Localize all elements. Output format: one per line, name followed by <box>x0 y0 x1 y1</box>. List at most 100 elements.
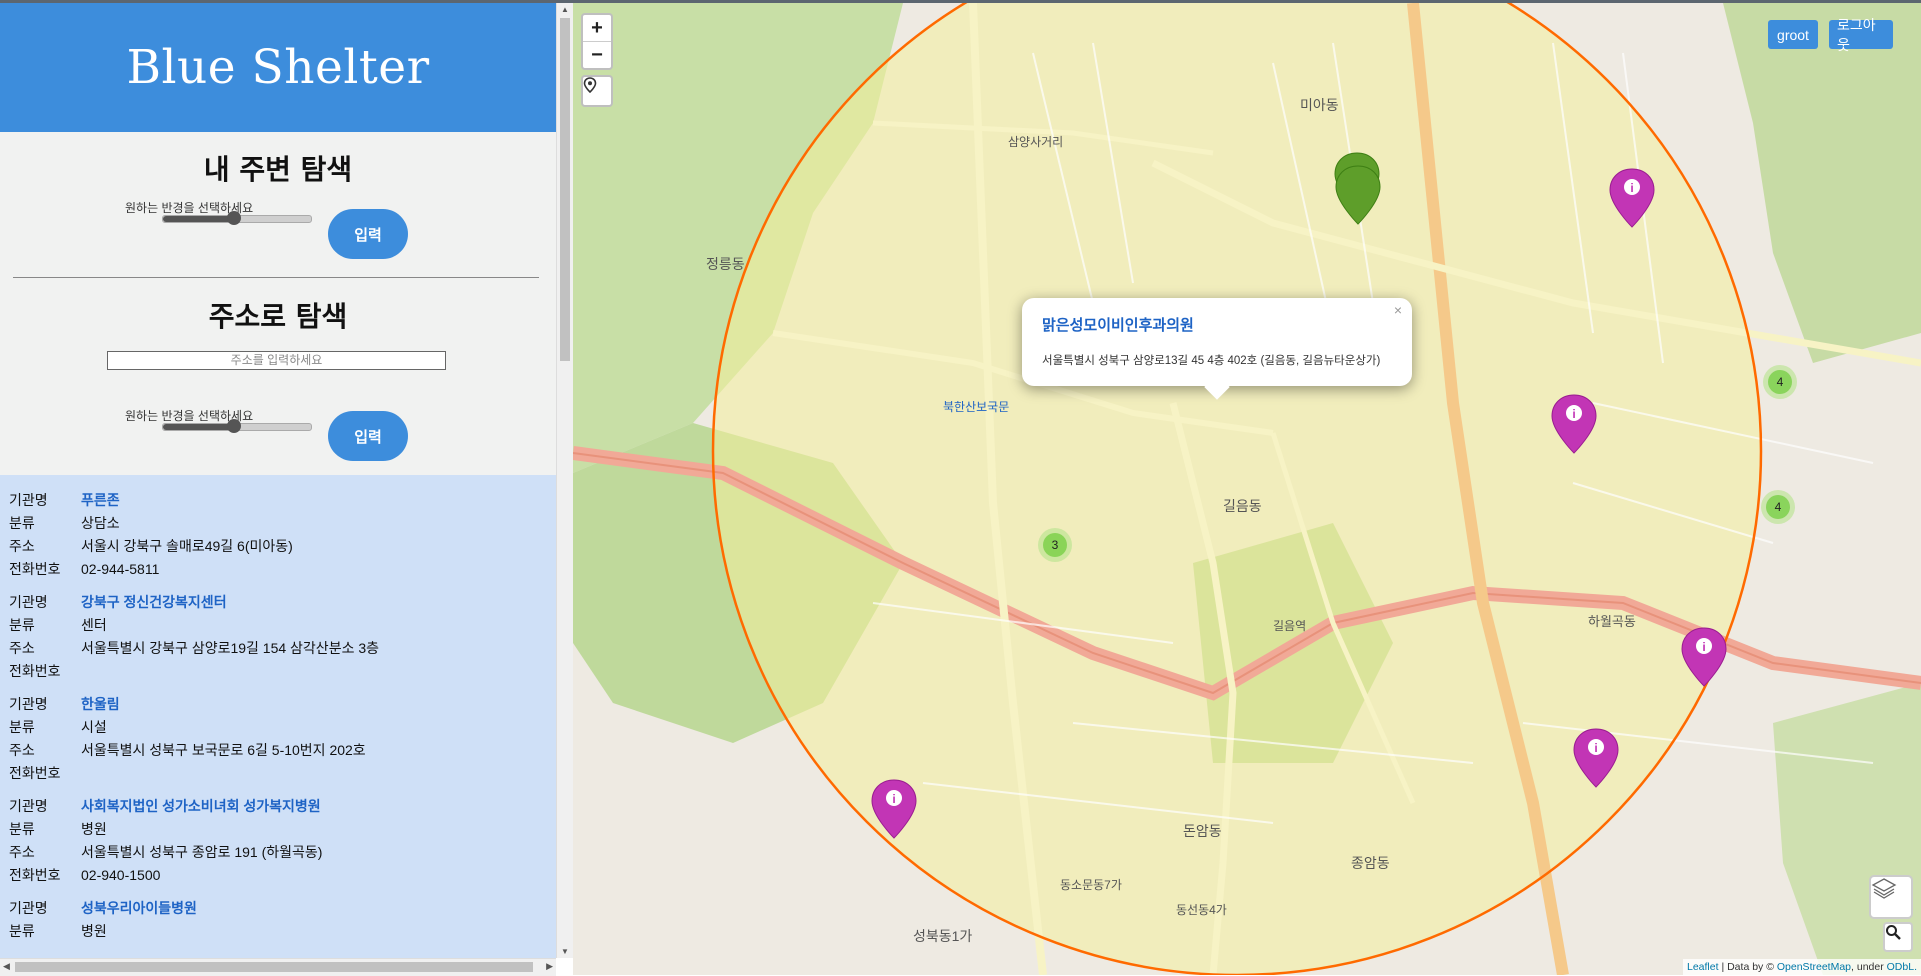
scrollbar-thumb[interactable] <box>15 962 533 972</box>
label-name: 기관명 <box>9 593 48 610</box>
label-category: 분류 <box>9 922 35 939</box>
marker-cluster[interactable]: 4 <box>1763 365 1797 399</box>
locate-button[interactable] <box>581 75 613 107</box>
popup-close-button[interactable]: × <box>1394 302 1402 318</box>
sidebar-vertical-scrollbar[interactable]: ▲ ▼ <box>556 3 574 958</box>
leaflet-link[interactable]: Leaflet <box>1687 961 1719 973</box>
osm-link[interactable]: OpenStreetMap <box>1777 961 1851 973</box>
label-category: 분류 <box>9 616 35 633</box>
result-address: 서울시 강북구 솔매로49길 6(미아동) <box>81 537 293 554</box>
odbl-link[interactable]: ODbL. <box>1887 961 1917 973</box>
label-phone: 전화번호 <box>9 662 61 679</box>
attribution-text: | Data by © <box>1721 961 1774 973</box>
map-label: 북한산보국문 <box>943 400 1010 414</box>
map-label: 길음동 <box>1223 498 1262 514</box>
label-category: 분류 <box>9 718 35 735</box>
label-address: 주소 <box>9 537 35 554</box>
label-phone: 전화번호 <box>9 764 61 781</box>
marker-cluster[interactable]: 3 <box>1038 528 1072 562</box>
label-category: 분류 <box>9 820 35 837</box>
result-item[interactable]: 기관명 강북구 정신건강복지센터 분류 센터 주소 서울특별시 강북구 삼양로19길 … <box>0 590 556 682</box>
map-label: 성북동1가 <box>913 928 973 944</box>
map-label: 길음역 <box>1273 619 1307 633</box>
scrollbar-thumb[interactable] <box>560 18 570 361</box>
location-pin-icon <box>583 77 597 93</box>
label-name: 기관명 <box>9 491 48 508</box>
result-name[interactable]: 성북우리아이들병원 <box>81 898 197 918</box>
result-category: 병원 <box>81 820 107 837</box>
svg-text:i: i <box>1702 640 1705 654</box>
address-search-heading: 주소로 탐색 <box>208 300 348 333</box>
app-header: Blue Shelter <box>0 3 556 132</box>
slider-fill <box>163 424 234 430</box>
zoom-out-button[interactable]: − <box>583 42 611 68</box>
address-submit-button[interactable]: 입력 <box>328 411 408 461</box>
zoom-control: + − <box>581 13 613 70</box>
svg-text:i: i <box>892 792 895 806</box>
map-search-button[interactable] <box>1883 922 1913 952</box>
scroll-up-arrow-icon[interactable]: ▲ <box>561 5 569 14</box>
section-divider <box>13 277 539 278</box>
result-category: 상담소 <box>81 514 120 531</box>
map-popup[interactable]: 맑은성모이비인후과의원 서울특별시 성북구 삼양로13길 45 4층 402호 … <box>1022 298 1412 400</box>
label-phone: 전화번호 <box>9 866 61 883</box>
result-item[interactable]: 기관명 푸른존 분류 상담소 주소 서울시 강북구 솔매로49길 6(미아동) 전화번… <box>0 488 556 580</box>
map-label: 동소문동7가 <box>1060 878 1122 892</box>
map-label: 미아동 <box>1300 97 1339 113</box>
map-view[interactable]: i iii ii 길음동 돈암동 정릉동 미아동 삼양사거리 종암동 성북동1가… <box>573 3 1921 975</box>
sidebar-horizontal-scrollbar[interactable]: ◀ ▶ <box>0 958 556 976</box>
slider-fill <box>163 216 234 222</box>
result-phone: 02-940-1500 <box>81 866 161 883</box>
label-name: 기관명 <box>9 797 48 814</box>
map-attribution: Leaflet | Data by © OpenStreetMap, under… <box>1683 959 1921 975</box>
result-address: 서울특별시 성북구 종암로 191 (하월곡동) <box>81 843 323 860</box>
map-label: 정릉동 <box>706 256 745 272</box>
result-item[interactable]: 기관명 성북우리아이들병원 분류 병원 <box>0 896 556 942</box>
label-phone: 전화번호 <box>9 560 61 577</box>
result-address: 서울특별시 성북구 보국문로 6길 5-10번지 202호 <box>81 741 366 758</box>
popup-title: 맑은성모이비인후과의원 <box>1042 317 1194 334</box>
scroll-down-arrow-icon[interactable]: ▼ <box>561 947 569 956</box>
scroll-right-arrow-icon[interactable]: ▶ <box>546 961 553 972</box>
slider-thumb[interactable] <box>227 211 241 225</box>
address-search-section: 주소로 탐색 주소를 입력하세요 원하는 반경을 선택하세요 입력 <box>0 281 556 471</box>
cluster-count: 4 <box>1768 370 1792 394</box>
svg-text:i: i <box>1594 741 1597 755</box>
zoom-in-button[interactable]: + <box>583 15 611 42</box>
popup-address: 서울특별시 성북구 삼양로13길 45 4층 402호 (길음동, 길음뉴타운상… <box>1042 355 1381 367</box>
search-icon <box>1886 925 1901 940</box>
nearby-radius-slider[interactable] <box>162 211 312 225</box>
result-name[interactable]: 한울림 <box>81 694 120 714</box>
scroll-left-arrow-icon[interactable]: ◀ <box>3 961 10 972</box>
result-category: 병원 <box>81 922 107 939</box>
marker-cluster[interactable]: 4 <box>1761 490 1795 524</box>
map-label: 종암동 <box>1351 855 1390 871</box>
svg-text:i: i <box>1630 181 1633 195</box>
label-category: 분류 <box>9 514 35 531</box>
result-name[interactable]: 강북구 정신건강복지센터 <box>81 592 227 612</box>
label-name: 기관명 <box>9 695 48 712</box>
result-address: 서울특별시 강북구 삼양로19길 154 삼각산분소 3층 <box>81 639 380 656</box>
label-name: 기관명 <box>9 899 48 916</box>
address-radius-slider[interactable] <box>162 419 312 433</box>
result-name[interactable]: 푸른존 <box>81 490 120 510</box>
results-list[interactable]: 기관명 푸른존 분류 상담소 주소 서울시 강북구 솔매로49길 6(미아동) 전화번… <box>0 475 556 958</box>
map-tiles: i iii ii <box>573 3 1921 975</box>
result-name[interactable]: 사회복지법인 성가소비녀회 성가복지병원 <box>81 796 321 816</box>
nearby-section: 내 주변 탐색 원하는 반경을 선택하세요 입력 <box>0 132 556 280</box>
result-item[interactable]: 기관명 사회복지법인 성가소비녀회 성가복지병원 분류 병원 주소 서울특별시 성북구… <box>0 794 556 886</box>
nearby-submit-button[interactable]: 입력 <box>328 209 408 259</box>
result-phone: 02-944-5811 <box>81 560 160 577</box>
logout-button[interactable]: 로그아웃 <box>1829 17 1893 53</box>
layers-control[interactable] <box>1869 875 1913 919</box>
result-item[interactable]: 기관명 한울림 분류 시설 주소 서울특별시 성북구 보국문로 6길 5-10번지 2… <box>0 692 556 784</box>
label-address: 주소 <box>9 741 35 758</box>
label-address: 주소 <box>9 639 35 656</box>
cluster-count: 4 <box>1766 495 1790 519</box>
address-input[interactable]: 주소를 입력하세요 <box>107 351 446 370</box>
result-category: 시설 <box>81 718 107 735</box>
slider-thumb[interactable] <box>227 419 241 433</box>
user-name-button[interactable]: groot <box>1768 20 1818 49</box>
cluster-count: 3 <box>1043 533 1067 557</box>
attribution-text: , under <box>1851 961 1884 973</box>
